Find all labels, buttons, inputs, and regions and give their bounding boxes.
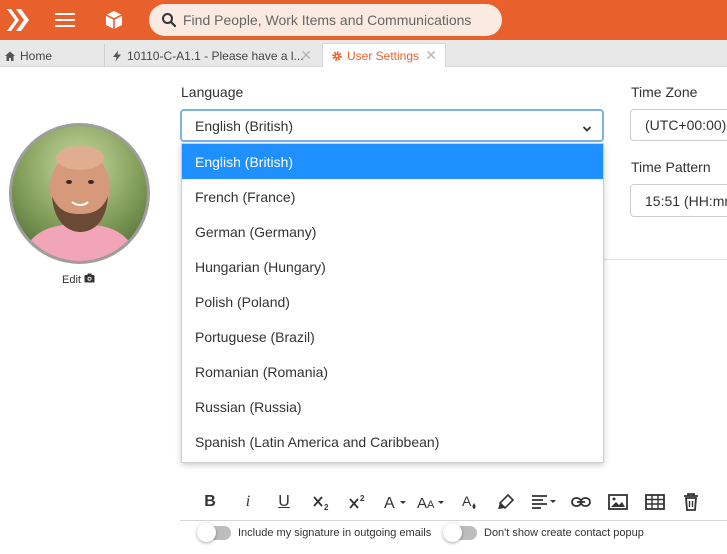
- language-option[interactable]: French (France): [182, 179, 603, 214]
- search-bar[interactable]: [149, 4, 502, 36]
- contact-popup-toggle[interactable]: [443, 523, 477, 542]
- signature-toggle[interactable]: [197, 523, 231, 542]
- underline-icon[interactable]: U: [274, 490, 294, 514]
- tab-work-item[interactable]: 10110-C-A1.1 - Please have a l... ✕: [104, 44, 320, 67]
- search-input[interactable]: [183, 8, 493, 32]
- gear-icon: [331, 50, 343, 62]
- signature-toggle-row: Include my signature in outgoing emails: [197, 523, 432, 542]
- language-label: Language: [181, 84, 244, 100]
- tab-strip: Home 10110-C-A1.1 - Please have a l... ✕…: [0, 40, 727, 67]
- home-icon: [4, 50, 16, 62]
- language-option[interactable]: Hungarian (Hungary): [182, 249, 603, 284]
- language-option[interactable]: German (Germany): [182, 214, 603, 249]
- svg-text:A: A: [427, 499, 435, 511]
- language-option[interactable]: Russian (Russia): [182, 389, 603, 424]
- tab-user-settings[interactable]: User Settings ✕: [322, 43, 446, 67]
- camera-icon: [84, 273, 95, 286]
- subscript-icon[interactable]: 2: [310, 490, 334, 514]
- svg-text:A: A: [417, 495, 427, 511]
- close-icon[interactable]: ✕: [425, 47, 437, 64]
- svg-text:A: A: [384, 495, 395, 511]
- edit-photo-button[interactable]: Edit: [62, 273, 95, 286]
- bold-icon[interactable]: B: [200, 490, 220, 514]
- timezone-select[interactable]: (UTC+00:00): [630, 109, 727, 141]
- avatar: [9, 123, 150, 264]
- table-icon[interactable]: [644, 490, 666, 514]
- tab-work-item-label: 10110-C-A1.1 - Please have a l...: [127, 48, 304, 63]
- svg-text:2: 2: [360, 494, 365, 503]
- superscript-icon[interactable]: 2: [346, 490, 370, 514]
- signature-toggle-label: Include my signature in outgoing emails: [238, 527, 432, 539]
- timepattern-label: Time Pattern: [631, 159, 711, 175]
- search-icon: [161, 12, 177, 28]
- language-option[interactable]: English (British): [182, 144, 603, 179]
- text-color-icon[interactable]: A: [460, 490, 480, 514]
- chevron-down-icon: [582, 121, 592, 132]
- divider: [604, 259, 727, 260]
- language-option[interactable]: Polish (Poland): [182, 284, 603, 319]
- timezone-select-value: (UTC+00:00): [645, 117, 727, 133]
- close-icon[interactable]: ✕: [300, 47, 312, 64]
- highlight-icon[interactable]: [496, 490, 516, 514]
- language-option[interactable]: Spanish (Latin America and Caribbean): [182, 424, 603, 459]
- svg-text:A: A: [462, 493, 472, 509]
- italic-icon[interactable]: i: [238, 490, 258, 514]
- link-icon[interactable]: [570, 490, 592, 514]
- app-logo-icon[interactable]: [4, 6, 32, 34]
- timepattern-select-value: 15:51 (HH:mm): [645, 192, 727, 209]
- timepattern-select[interactable]: 15:51 (HH:mm): [630, 184, 727, 217]
- signature-editor-toolbar: B i U 2 2 A AA A: [180, 484, 727, 521]
- language-option[interactable]: Portuguese (Brazil): [182, 319, 603, 354]
- trash-icon[interactable]: [680, 490, 702, 514]
- font-size-icon[interactable]: AA: [416, 490, 448, 514]
- align-icon[interactable]: [530, 490, 558, 514]
- hamburger-menu-icon[interactable]: [55, 10, 75, 30]
- language-option[interactable]: Romanian (Romania): [182, 354, 603, 389]
- tab-home-label: Home: [20, 48, 53, 63]
- svg-text:2: 2: [324, 503, 329, 511]
- bolt-icon: [111, 50, 123, 62]
- contact-popup-toggle-label: Don't show create contact popup: [484, 527, 644, 539]
- top-bar: [0, 0, 727, 40]
- font-color-icon[interactable]: A: [382, 490, 410, 514]
- tab-user-settings-label: User Settings: [347, 48, 420, 63]
- edit-photo-label: Edit: [62, 273, 81, 286]
- language-select-value: English (British): [195, 117, 294, 134]
- language-select[interactable]: English (British): [180, 109, 604, 142]
- language-dropdown-list: English (British) French (France) German…: [181, 143, 604, 463]
- cube-icon[interactable]: [103, 9, 125, 31]
- image-icon[interactable]: [607, 490, 629, 514]
- tab-home[interactable]: Home: [4, 44, 102, 67]
- contact-popup-toggle-row: Don't show create contact popup: [443, 523, 644, 542]
- timezone-label: Time Zone: [631, 84, 698, 100]
